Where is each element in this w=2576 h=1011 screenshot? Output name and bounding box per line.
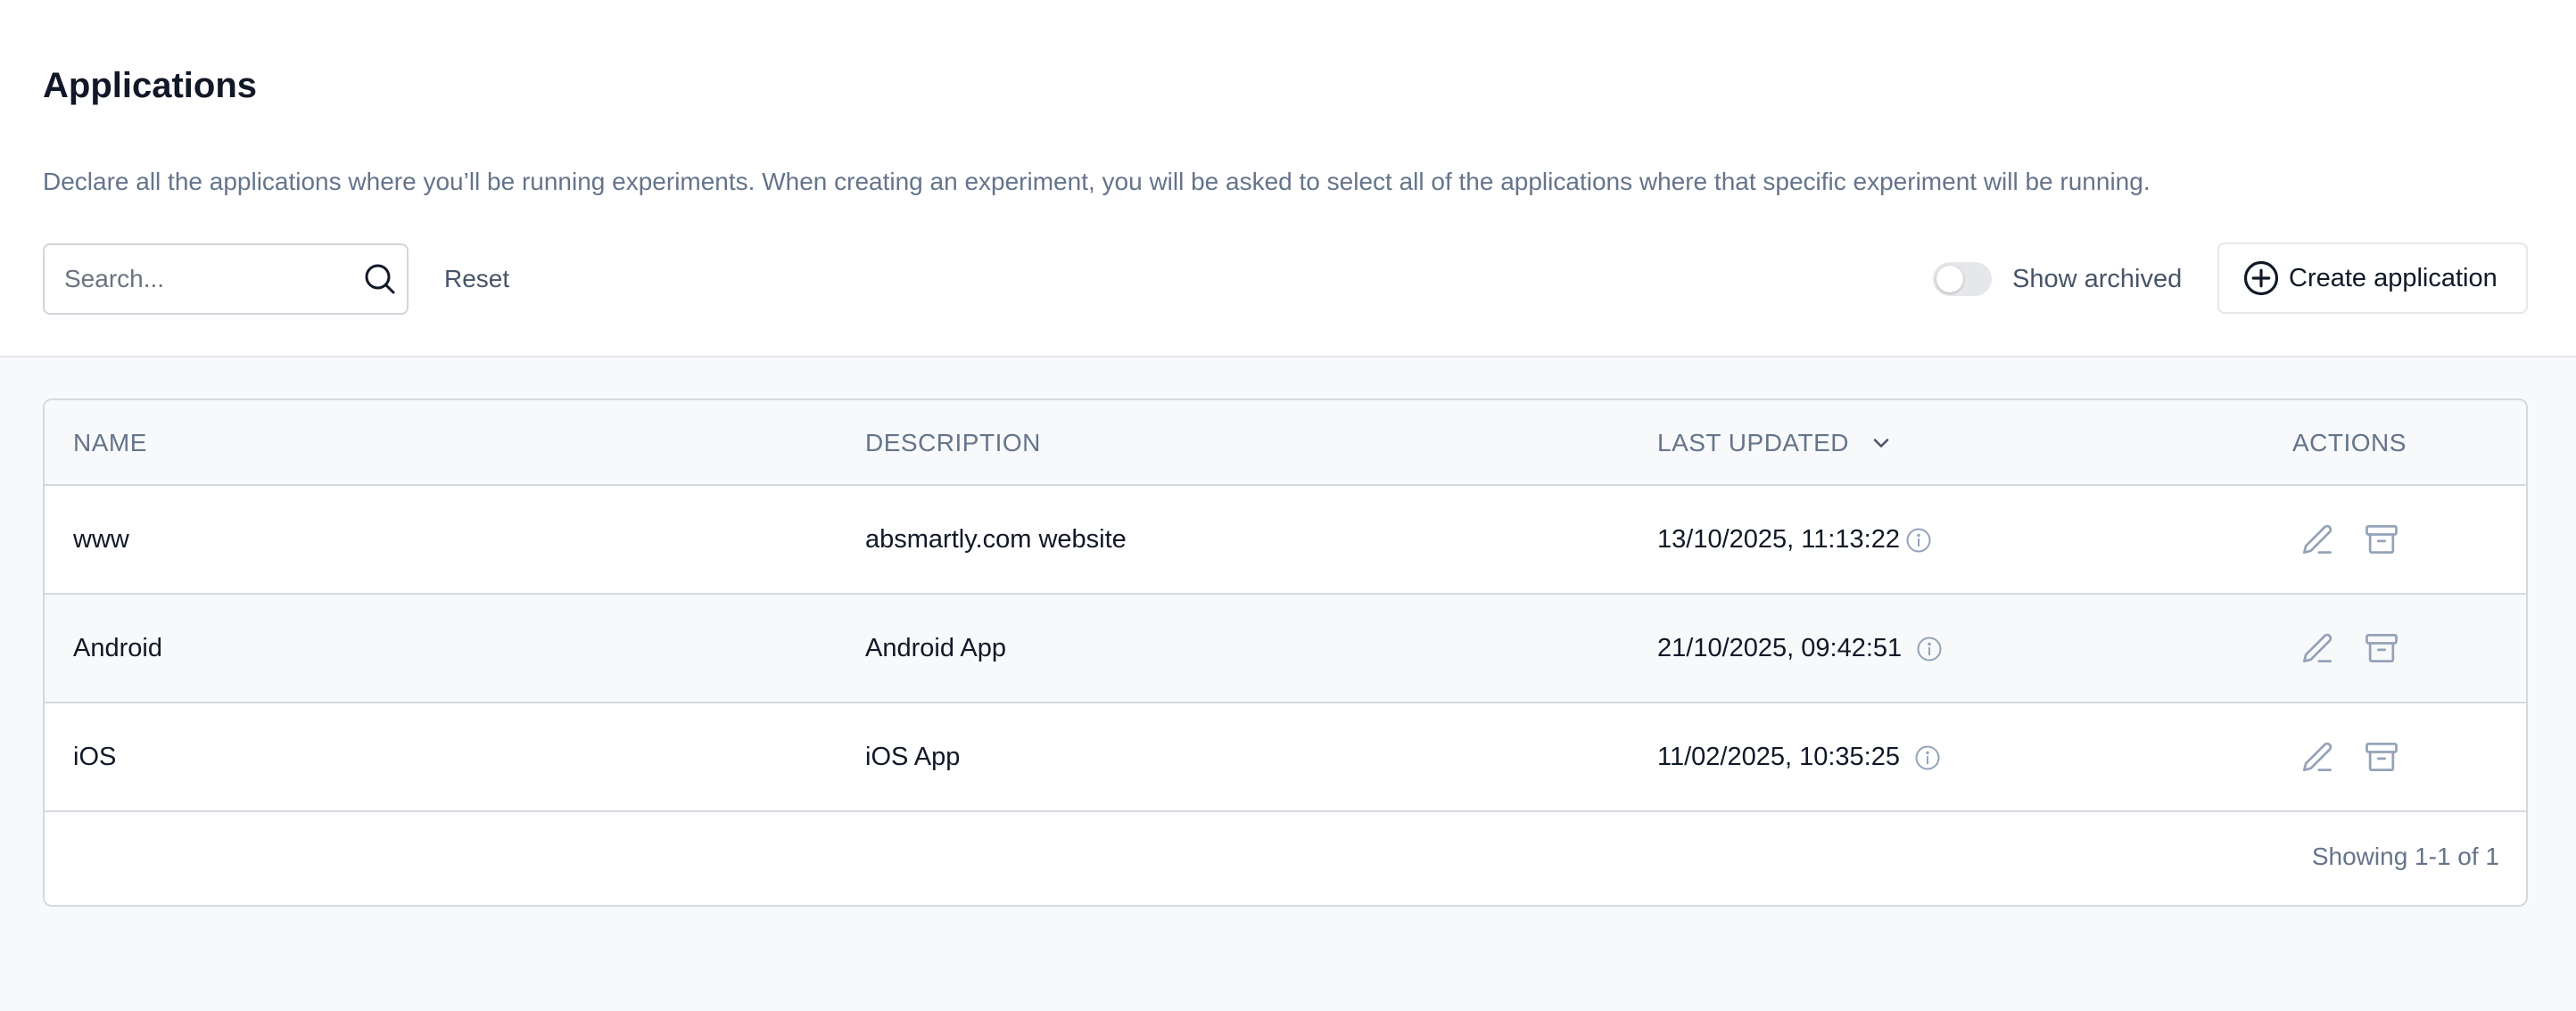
row-description: Android App: [865, 634, 1007, 662]
row-last-updated: 11/02/2025, 10:35:25: [1657, 743, 1900, 771]
create-application-button[interactable]: Create application: [2217, 242, 2528, 314]
table-row[interactable]: www absmartly.com website 13/10/2025, 11…: [45, 486, 2526, 595]
row-description: iOS App: [865, 743, 961, 771]
search-input[interactable]: [64, 245, 341, 313]
page-description: Declare all the applications where you’l…: [43, 168, 2151, 195]
pagination-summary: Showing 1-1 of 1: [2311, 842, 2499, 870]
toggle-knob: [1936, 266, 1963, 292]
column-header-last-updated[interactable]: LAST UPDATED: [1657, 425, 1894, 461]
column-header-actions: ACTIONS: [2292, 429, 2407, 456]
row-description: absmartly.com website: [865, 525, 1127, 554]
show-archived-label: Show archived: [2012, 265, 2183, 293]
archive-box-icon[interactable]: [2362, 629, 2401, 668]
row-last-updated: 13/10/2025, 11:13:22: [1657, 525, 1900, 554]
create-application-label: Create application: [2289, 263, 2498, 292]
plus-circle-icon: [2243, 260, 2279, 296]
row-name: www: [73, 525, 129, 554]
applications-table: NAME DESCRIPTION LAST UPDATED ACTIONS ww…: [43, 399, 2528, 907]
row-last-updated: 21/10/2025, 09:42:51: [1657, 634, 1903, 662]
column-header-name[interactable]: NAME: [73, 425, 147, 461]
row-name: Android: [73, 634, 162, 662]
info-icon[interactable]: [1914, 744, 1941, 771]
search-icon[interactable]: [362, 261, 398, 297]
chevron-down-icon[interactable]: [1869, 431, 1894, 456]
info-icon[interactable]: [1916, 636, 1943, 662]
table-row[interactable]: Android Android App 21/10/2025, 09:42:51: [45, 595, 2526, 703]
column-header-last-updated-label: LAST UPDATED: [1657, 429, 1850, 456]
search-box[interactable]: [43, 243, 409, 315]
reset-button[interactable]: Reset: [444, 261, 509, 297]
table-header: NAME DESCRIPTION LAST UPDATED ACTIONS: [45, 400, 2526, 486]
pencil-icon[interactable]: [2298, 737, 2337, 777]
show-archived-toggle[interactable]: [1933, 262, 1992, 296]
page-title: Applications: [43, 66, 258, 105]
table-row[interactable]: iOS iOS App 11/02/2025, 10:35:25: [45, 703, 2526, 812]
row-name: iOS: [73, 743, 117, 771]
column-header-description[interactable]: DESCRIPTION: [865, 425, 1041, 461]
page-header: Applications Declare all the application…: [0, 0, 2576, 358]
pencil-icon[interactable]: [2298, 520, 2337, 559]
pencil-icon[interactable]: [2298, 629, 2337, 668]
archive-box-icon[interactable]: [2362, 520, 2401, 559]
info-icon[interactable]: [1905, 527, 1932, 554]
archive-box-icon[interactable]: [2362, 737, 2401, 777]
